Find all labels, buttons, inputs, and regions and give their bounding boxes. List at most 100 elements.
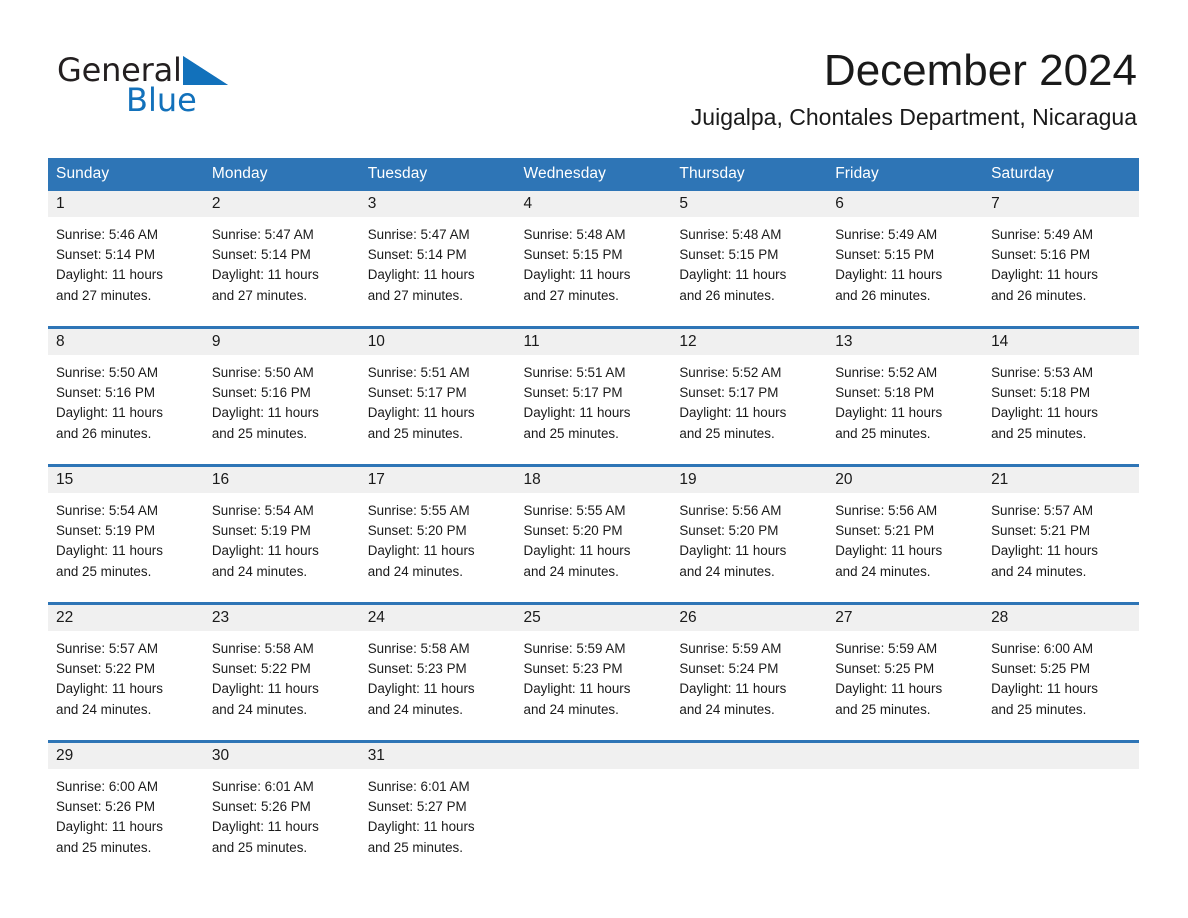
calendar-cell[interactable]: 26 Sunrise: 5:59 AM Sunset: 5:24 PM Dayligh… — [671, 605, 828, 740]
daylight-text-line2: and 25 minutes. — [523, 425, 619, 441]
calendar-cell[interactable]: 23 Sunrise: 5:58 AM Sunset: 5:22 PM Dayligh… — [203, 605, 360, 740]
sunrise-text: Sunrise: 5:49 AM — [991, 227, 1094, 242]
calendar-cell[interactable]: 7 Sunrise: 5:49 AM Sunset: 5:16 PM Daylight… — [983, 191, 1139, 326]
sunset-text: Sunset: 5:14 PM — [56, 247, 155, 263]
calendar-cell[interactable]: 4 Sunrise: 5:48 AM Sunset: 5:15 PM Daylight… — [515, 191, 672, 326]
calendar-cell[interactable]: 6 Sunrise: 5:49 AM Sunset: 5:15 PM Daylight… — [827, 191, 984, 326]
week-row: 8 Sunrise: 5:50 AM Sunset: 5:16 PM Daylight… — [48, 329, 1139, 464]
calendar-cell[interactable]: 14 Sunrise: 5:53 AM Sunset: 5:18 PM Dayligh… — [983, 329, 1139, 464]
sunrise-text: Sunrise: 5:57 AM — [56, 641, 158, 656]
daylight-text-line2: and 25 minutes. — [991, 701, 1087, 717]
sunrise-text: Sunrise: 5:58 AM — [367, 641, 470, 656]
day-number: 7 — [983, 191, 1139, 217]
daylight-text-line2: and 25 minutes. — [56, 563, 152, 579]
sunrise-text: Sunrise: 5:48 AM — [523, 227, 626, 242]
calendar-cell[interactable]: 13 Sunrise: 5:52 AM Sunset: 5:18 PM Dayligh… — [827, 329, 984, 464]
sunrise-text: Sunrise: 5:59 AM — [523, 641, 626, 656]
calendar-cell-empty — [515, 743, 672, 878]
daylight-text-line2: and 25 minutes. — [679, 425, 775, 441]
day-details: Sunrise: 5:54 AM Sunset: 5:19 PM Daylight:… — [204, 493, 360, 582]
sunset-text: Sunset: 5:16 PM — [56, 385, 155, 401]
day-details: Sunrise: 5:56 AM Sunset: 5:20 PM Daylight:… — [671, 493, 827, 582]
calendar-cell[interactable]: 15 Sunrise: 5:54 AM Sunset: 5:19 PM Dayligh… — [48, 467, 204, 602]
day-number: 1 — [48, 191, 204, 217]
weekday-header-sunday: Sunday — [48, 158, 204, 191]
calendar-cell[interactable]: 27 Sunrise: 5:59 AM Sunset: 5:25 PM Dayligh… — [827, 605, 984, 740]
day-number: 22 — [48, 605, 204, 631]
calendar-cell[interactable]: 11 Sunrise: 5:51 AM Sunset: 5:17 PM Dayligh… — [515, 329, 672, 464]
day-details: Sunrise: 5:47 AM Sunset: 5:14 PM Daylight:… — [360, 217, 516, 306]
daylight-text-line1: Daylight: 11 hours — [56, 681, 163, 697]
sunset-text: Sunset: 5:25 PM — [991, 661, 1091, 677]
calendar-cell[interactable]: 1 Sunrise: 5:46 AM Sunset: 5:14 PM Daylight… — [48, 191, 204, 326]
calendar-cell[interactable]: 20 Sunrise: 5:56 AM Sunset: 5:21 PM Dayligh… — [827, 467, 984, 602]
day-number: 12 — [671, 329, 828, 355]
calendar-cell[interactable]: 17 Sunrise: 5:55 AM Sunset: 5:20 PM Dayligh… — [359, 467, 516, 602]
sunset-text: Sunset: 5:18 PM — [991, 385, 1091, 401]
sunset-text: Sunset: 5:22 PM — [211, 661, 311, 677]
day-details: Sunrise: 5:57 AM Sunset: 5:21 PM Daylight:… — [983, 493, 1139, 582]
calendar-cell[interactable]: 9 Sunrise: 5:50 AM Sunset: 5:16 PM Daylight… — [203, 329, 360, 464]
calendar-cell[interactable]: 10 Sunrise: 5:51 AM Sunset: 5:17 PM Dayligh… — [359, 329, 516, 464]
calendar-cell[interactable]: 5 Sunrise: 5:48 AM Sunset: 5:15 PM Daylight… — [671, 191, 828, 326]
calendar-cell[interactable]: 3 Sunrise: 5:47 AM Sunset: 5:14 PM Daylight… — [359, 191, 516, 326]
day-number: 4 — [515, 191, 672, 217]
sunrise-text: Sunrise: 5:50 AM — [211, 365, 314, 380]
calendar-cell[interactable]: 21 Sunrise: 5:57 AM Sunset: 5:21 PM Dayligh… — [983, 467, 1139, 602]
day-number: 17 — [359, 467, 516, 493]
daylight-text-line2: and 27 minutes. — [56, 287, 152, 303]
daylight-text-line1: Daylight: 11 hours — [835, 681, 943, 697]
calendar-cell-empty — [983, 743, 1139, 878]
daylight-text-line2: and 25 minutes. — [211, 839, 308, 855]
day-details: Sunrise: 5:51 AM Sunset: 5:17 PM Daylight:… — [360, 355, 516, 444]
sunset-text: Sunset: 5:21 PM — [835, 523, 935, 539]
calendar-cell[interactable]: 30 Sunrise: 6:01 AM Sunset: 5:26 PM Dayligh… — [203, 743, 360, 878]
sunrise-text: Sunrise: 5:52 AM — [835, 365, 938, 380]
daylight-text-line2: and 25 minutes. — [367, 839, 463, 855]
day-details: Sunrise: 5:52 AM Sunset: 5:17 PM Daylight:… — [671, 355, 827, 444]
calendar-cell[interactable]: 24 Sunrise: 5:58 AM Sunset: 5:23 PM Dayligh… — [359, 605, 516, 740]
day-details: Sunrise: 5:49 AM Sunset: 5:16 PM Daylight:… — [983, 217, 1139, 306]
calendar-cell[interactable]: 31 Sunrise: 6:01 AM Sunset: 5:27 PM Dayligh… — [359, 743, 516, 878]
title-block: December 2024 Juigalpa, Chontales Depart… — [691, 47, 1137, 130]
daylight-text-line1: Daylight: 11 hours — [523, 543, 631, 559]
daylight-text-line1: Daylight: 11 hours — [56, 405, 163, 421]
day-number: 28 — [983, 605, 1139, 631]
calendar-cell[interactable]: 8 Sunrise: 5:50 AM Sunset: 5:16 PM Daylight… — [48, 329, 204, 464]
calendar-cell[interactable]: 18 Sunrise: 5:55 AM Sunset: 5:20 PM Dayligh… — [515, 467, 672, 602]
sunrise-text: Sunrise: 6:00 AM — [56, 779, 158, 794]
sunrise-text: Sunrise: 5:59 AM — [679, 641, 782, 656]
sunrise-text: Sunrise: 5:49 AM — [835, 227, 938, 242]
daylight-text-line2: and 24 minutes. — [56, 701, 152, 717]
day-details: Sunrise: 6:01 AM Sunset: 5:26 PM Daylight:… — [204, 769, 360, 858]
calendar-cell[interactable]: 25 Sunrise: 5:59 AM Sunset: 5:23 PM Dayligh… — [515, 605, 672, 740]
sunrise-text: Sunrise: 5:48 AM — [679, 227, 782, 242]
calendar-cell[interactable]: 2 Sunrise: 5:47 AM Sunset: 5:14 PM Daylight… — [203, 191, 360, 326]
calendar-cell[interactable]: 28 Sunrise: 6:00 AM Sunset: 5:25 PM Dayligh… — [983, 605, 1139, 740]
calendar-cell[interactable]: 16 Sunrise: 5:54 AM Sunset: 5:19 PM Dayligh… — [203, 467, 360, 602]
sunset-text: Sunset: 5:14 PM — [211, 247, 311, 263]
sunset-text: Sunset: 5:15 PM — [523, 247, 623, 263]
sunset-text: Sunset: 5:27 PM — [367, 799, 467, 815]
weekday-header-friday: Friday — [827, 158, 984, 191]
calendar-cell[interactable]: 19 Sunrise: 5:56 AM Sunset: 5:20 PM Dayligh… — [671, 467, 828, 602]
daylight-text-line2: and 26 minutes. — [56, 425, 152, 441]
daylight-text-line1: Daylight: 11 hours — [211, 405, 319, 421]
day-number: 16 — [203, 467, 360, 493]
daylight-text-line2: and 25 minutes. — [835, 425, 931, 441]
sunrise-text: Sunrise: 5:52 AM — [679, 365, 782, 380]
day-number: 19 — [671, 467, 828, 493]
day-details: Sunrise: 5:52 AM Sunset: 5:18 PM Daylight:… — [827, 355, 983, 444]
calendar-cell[interactable]: 12 Sunrise: 5:52 AM Sunset: 5:17 PM Dayligh… — [671, 329, 828, 464]
sunrise-text: Sunrise: 5:56 AM — [835, 503, 938, 518]
day-details: Sunrise: 5:51 AM Sunset: 5:17 PM Daylight:… — [516, 355, 672, 444]
day-details: Sunrise: 5:59 AM Sunset: 5:24 PM Daylight:… — [671, 631, 827, 720]
calendar-cell[interactable]: 22 Sunrise: 5:57 AM Sunset: 5:22 PM Dayligh… — [48, 605, 204, 740]
day-details: Sunrise: 6:01 AM Sunset: 5:27 PM Daylight:… — [360, 769, 516, 858]
day-details: Sunrise: 5:59 AM Sunset: 5:23 PM Daylight:… — [516, 631, 672, 720]
calendar-cell[interactable]: 29 Sunrise: 6:00 AM Sunset: 5:26 PM Dayligh… — [48, 743, 204, 878]
calendar-cell-empty — [827, 743, 984, 878]
day-number: 6 — [827, 191, 984, 217]
day-number: 25 — [515, 605, 672, 631]
daylight-text-line2: and 26 minutes. — [679, 287, 775, 303]
